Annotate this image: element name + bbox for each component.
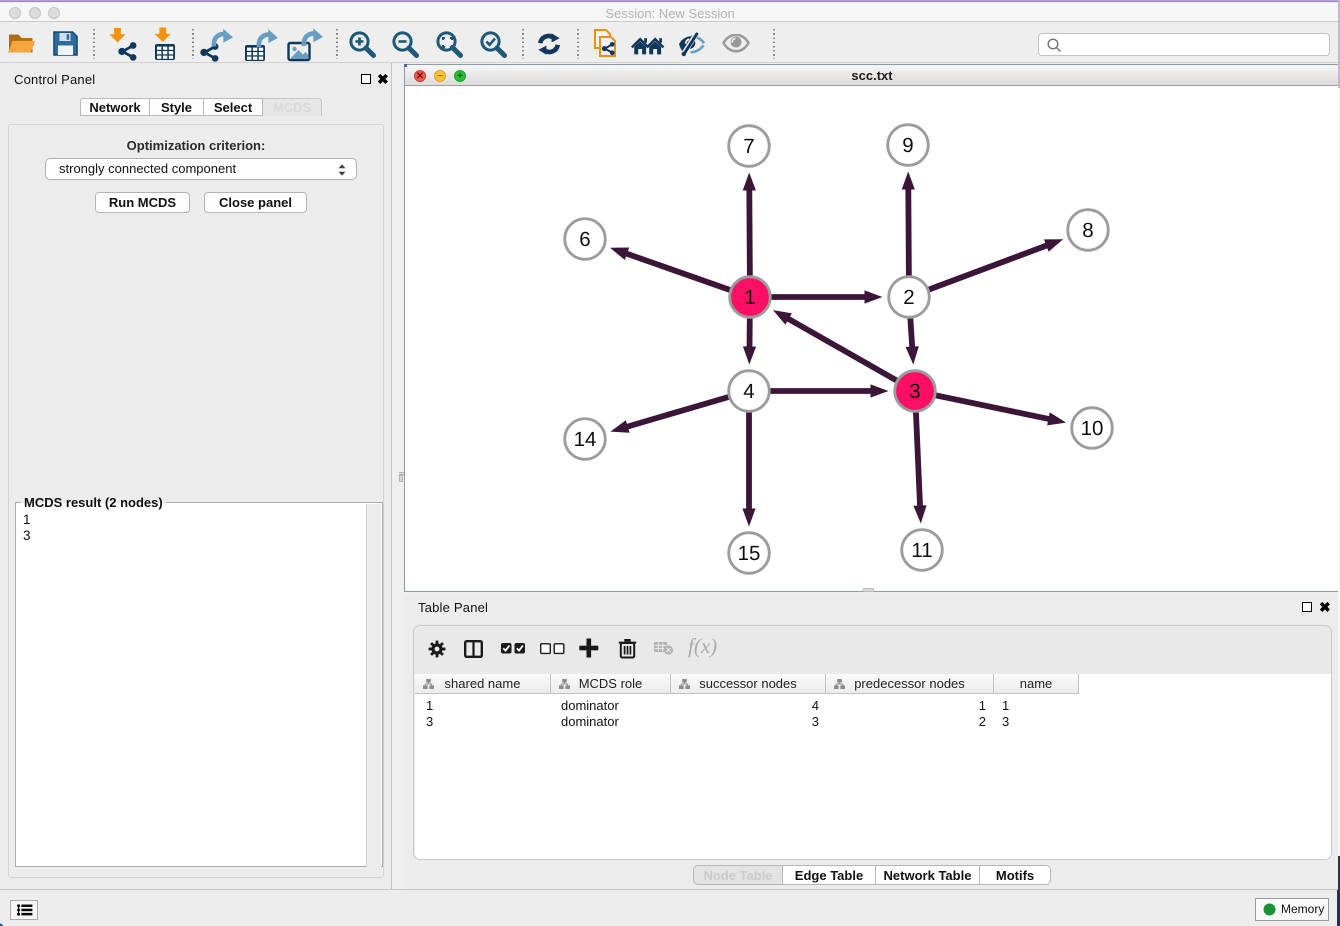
svg-text:11: 11 xyxy=(911,539,932,562)
svg-text:14: 14 xyxy=(574,428,597,451)
svg-text:f(x): f(x) xyxy=(688,636,717,658)
svg-text:7: 7 xyxy=(743,135,754,158)
svg-text:15: 15 xyxy=(738,542,761,565)
svg-text:4: 4 xyxy=(743,380,754,403)
svg-text:6: 6 xyxy=(579,228,590,251)
svg-text:1: 1 xyxy=(744,286,755,309)
svg-text:9: 9 xyxy=(902,134,913,157)
svg-text:3: 3 xyxy=(909,380,920,403)
svg-text:8: 8 xyxy=(1082,219,1093,242)
svg-text:2: 2 xyxy=(903,286,914,309)
svg-text:10: 10 xyxy=(1081,417,1104,440)
